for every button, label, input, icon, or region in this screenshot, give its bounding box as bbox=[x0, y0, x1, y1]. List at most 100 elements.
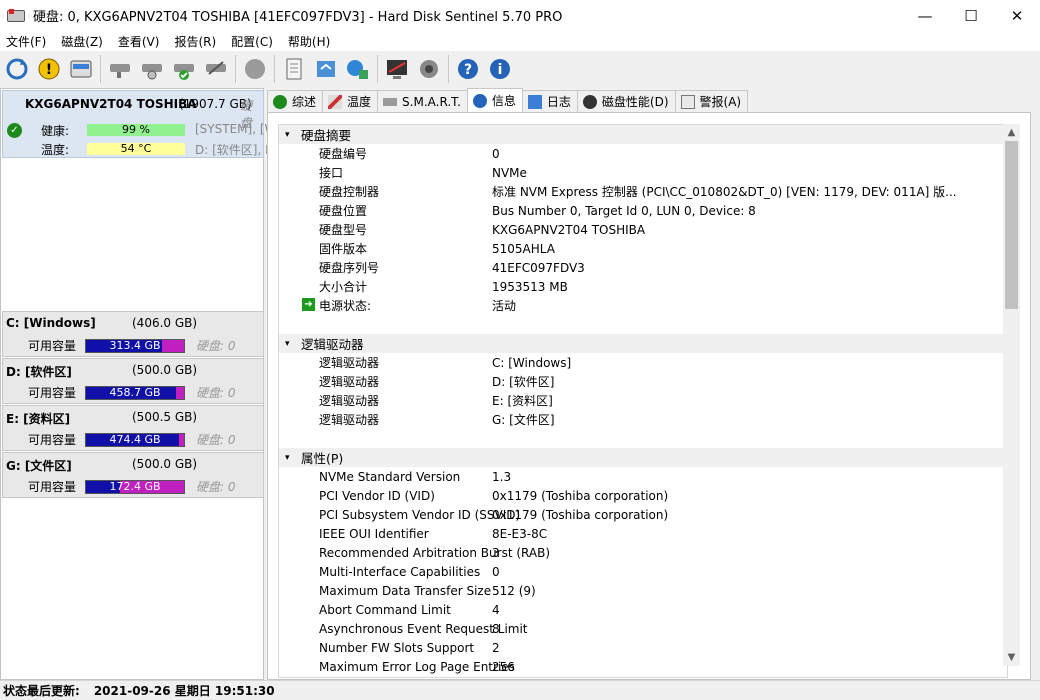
volume-disk: 硬盘: 0 bbox=[196, 480, 236, 494]
volume-size: (500.0 GB) bbox=[132, 457, 198, 471]
info-key: 逻辑驱动器 bbox=[319, 356, 380, 370]
info-value: NVMe bbox=[492, 165, 527, 180]
info-key: Abort Command Limit bbox=[319, 602, 451, 617]
volume-free-label: 可用容量 bbox=[28, 339, 77, 353]
info-value: KXG6APNV2T04 TOSHIBA bbox=[492, 222, 646, 237]
info-icon[interactable]: i bbox=[485, 54, 515, 84]
tab-temperature[interactable]: 温度 bbox=[322, 90, 379, 112]
alert-icon[interactable]: ! bbox=[34, 54, 64, 84]
tab-alerts[interactable]: 警报(A) bbox=[674, 90, 749, 112]
tab-label: 警报(A) bbox=[699, 95, 742, 109]
network-icon[interactable] bbox=[343, 54, 373, 84]
menu-file[interactable]: 文件(F) bbox=[0, 33, 55, 50]
info-value: Bus Number 0, Target Id 0, LUN 0, Device… bbox=[492, 203, 756, 218]
svg-text:i: i bbox=[498, 62, 503, 78]
tab-info[interactable]: 信息 bbox=[466, 88, 523, 112]
app-logo-icon bbox=[7, 8, 25, 23]
info-key: Maximum Error Log Page Entries bbox=[319, 659, 515, 674]
info-value: 41EFC097FDV3 bbox=[492, 260, 585, 275]
tab-log[interactable]: 日志 bbox=[521, 90, 578, 112]
info-key: 硬盘型号 bbox=[319, 223, 368, 237]
maximize-button[interactable]: ☐ bbox=[948, 0, 994, 31]
minimize-button[interactable]: — bbox=[902, 0, 948, 31]
menu-disk[interactable]: 磁盘(Z) bbox=[55, 33, 112, 50]
vertical-scrollbar[interactable]: ▲ ▼ bbox=[1003, 124, 1020, 666]
volume-name: E: [资料区] bbox=[6, 412, 71, 426]
tab-overview[interactable]: 综述 bbox=[267, 90, 324, 112]
disk-name: KXG6APNV2T04 TOSHIBA bbox=[25, 97, 197, 111]
info-key: IEEE OUI Identifier bbox=[319, 526, 429, 541]
volume-free-value: 458.7 GB bbox=[109, 386, 161, 399]
volume-item[interactable]: D: [软件区] (500.0 GB) 可用容量 458.7 GB 硬盘: 0 bbox=[2, 358, 264, 404]
refresh-icon[interactable] bbox=[2, 54, 32, 84]
info-row: PCI Vendor ID (VID) 0x1179 (Toshiba corpo… bbox=[279, 486, 1007, 505]
collapse-icon[interactable]: ▾ bbox=[285, 339, 295, 349]
info-icon bbox=[472, 93, 487, 108]
volume-disk: 硬盘: 0 bbox=[196, 386, 236, 400]
volume-free-label: 可用容量 bbox=[28, 480, 77, 494]
hdd-surface-icon[interactable] bbox=[137, 54, 167, 84]
hdd-remove-icon[interactable] bbox=[201, 54, 231, 84]
menu-view[interactable]: 查看(V) bbox=[112, 33, 169, 50]
tab-performance[interactable]: 磁盘性能(D) bbox=[576, 90, 676, 112]
health-bar: 99 % bbox=[87, 124, 185, 136]
volume-item[interactable]: G: [文件区] (500.0 GB) 可用容量 172.4 GB 硬盘: 0 bbox=[2, 452, 264, 498]
tab-label: S.M.A.R.T. bbox=[402, 94, 461, 109]
volume-name: C: [Windows] bbox=[6, 316, 96, 330]
scroll-down-icon[interactable]: ▼ bbox=[1003, 649, 1020, 666]
scroll-up-icon[interactable]: ▲ bbox=[1003, 124, 1020, 141]
info-row: Multi-Interface Capabilities 0 bbox=[279, 562, 1007, 581]
alert-doc-icon bbox=[680, 94, 695, 109]
menu-report[interactable]: 报告(R) bbox=[168, 33, 225, 50]
collapse-icon[interactable]: ▾ bbox=[285, 453, 295, 463]
info-row: Maximum Error Log Page Entries 256 bbox=[279, 657, 1007, 676]
close-button[interactable]: ✕ bbox=[994, 0, 1040, 31]
monitor-icon[interactable] bbox=[382, 54, 412, 84]
hdd-ok-icon[interactable] bbox=[169, 54, 199, 84]
info-key: 大小合计 bbox=[319, 280, 368, 294]
section-header[interactable]: ▾ 硬盘摘要 bbox=[279, 125, 1007, 144]
info-key: 逻辑驱动器 bbox=[319, 413, 380, 427]
volume-free-bar: 474.4 GB bbox=[85, 433, 185, 447]
volume-free-value: 172.4 GB bbox=[109, 480, 161, 493]
info-row: 逻辑驱动器 C: [Windows] bbox=[279, 353, 1007, 372]
speaker-icon[interactable] bbox=[414, 54, 444, 84]
log-icon bbox=[527, 94, 542, 109]
collapse-icon[interactable]: ▾ bbox=[285, 130, 295, 140]
report-icon[interactable] bbox=[279, 54, 309, 84]
volume-item[interactable]: C: [Windows] (406.0 GB) 可用容量 313.4 GB 硬盘… bbox=[2, 311, 264, 357]
disk-card[interactable]: KXG6APNV2T04 TOSHIBA (1907.7 GB) 硬盘 ✓ 健康… bbox=[2, 90, 276, 158]
info-list[interactable]: ▾ 硬盘摘要 硬盘编号 0 接口 NVMe 硬盘控制器 标准 NVM Express 控… bbox=[278, 124, 1008, 678]
disk-pane: KXG6APNV2T04 TOSHIBA (1907.7 GB) 硬盘 ✓ 健康… bbox=[0, 88, 276, 680]
info-value: 512 (9) bbox=[492, 583, 536, 598]
temperature-label: 温度: bbox=[41, 143, 70, 157]
volume-item[interactable]: E: [资料区] (500.5 GB) 可用容量 474.4 GB 硬盘: 0 bbox=[2, 405, 264, 451]
sync-icon[interactable] bbox=[311, 54, 341, 84]
info-row: 硬盘控制器 标准 NVM Express 控制器 (PCI\CC_010802&D… bbox=[279, 182, 1007, 201]
tab-smart[interactable]: S.M.A.R.T. bbox=[377, 90, 468, 112]
info-key: 硬盘编号 bbox=[319, 147, 368, 161]
section-header[interactable]: ▾ 逻辑驱动器 bbox=[279, 334, 1007, 353]
stop-icon[interactable] bbox=[240, 54, 270, 84]
volume-free-value: 474.4 GB bbox=[109, 433, 161, 446]
info-panel: ▾ 硬盘摘要 硬盘编号 0 接口 NVMe 硬盘控制器 标准 NVM Express 控… bbox=[267, 112, 1031, 680]
tab-label: 信息 bbox=[491, 94, 516, 108]
info-value: G: [文件区] bbox=[492, 413, 555, 427]
tab-bar: 综述 温度 S.M.A.R.T. 信息 日志 磁盘性能(D) 警报(A) bbox=[267, 88, 1040, 112]
menu-config[interactable]: 配置(C) bbox=[225, 33, 282, 50]
title-bar: 硬盘: 0, KXG6APNV2T04 TOSHIBA [41EFC097FDV… bbox=[0, 0, 1040, 31]
info-key: 电源状态: bbox=[319, 299, 372, 313]
info-row: 大小合计 1953513 MB bbox=[279, 277, 1007, 296]
section-header[interactable]: ▾ 属性(P) bbox=[279, 448, 1007, 467]
scrollbar-thumb[interactable] bbox=[1005, 141, 1018, 309]
volume-name: G: [文件区] bbox=[6, 459, 72, 473]
svg-text:?: ? bbox=[464, 62, 472, 78]
menu-help[interactable]: 帮助(H) bbox=[282, 33, 339, 50]
status-bar: 状态最后更新: 2021-09-26 星期日 19:51:30 bbox=[0, 680, 1040, 700]
hdd-test-icon[interactable] bbox=[105, 54, 135, 84]
disk-info-icon[interactable] bbox=[66, 54, 96, 84]
info-key: PCI Subsystem Vendor ID (SSVID) bbox=[319, 507, 521, 522]
help-icon[interactable]: ? bbox=[453, 54, 483, 84]
volume-free-value: 313.4 GB bbox=[109, 339, 161, 352]
menu-bar: 文件(F) 磁盘(Z) 查看(V) 报告(R) 配置(C) 帮助(H) bbox=[0, 31, 1040, 51]
